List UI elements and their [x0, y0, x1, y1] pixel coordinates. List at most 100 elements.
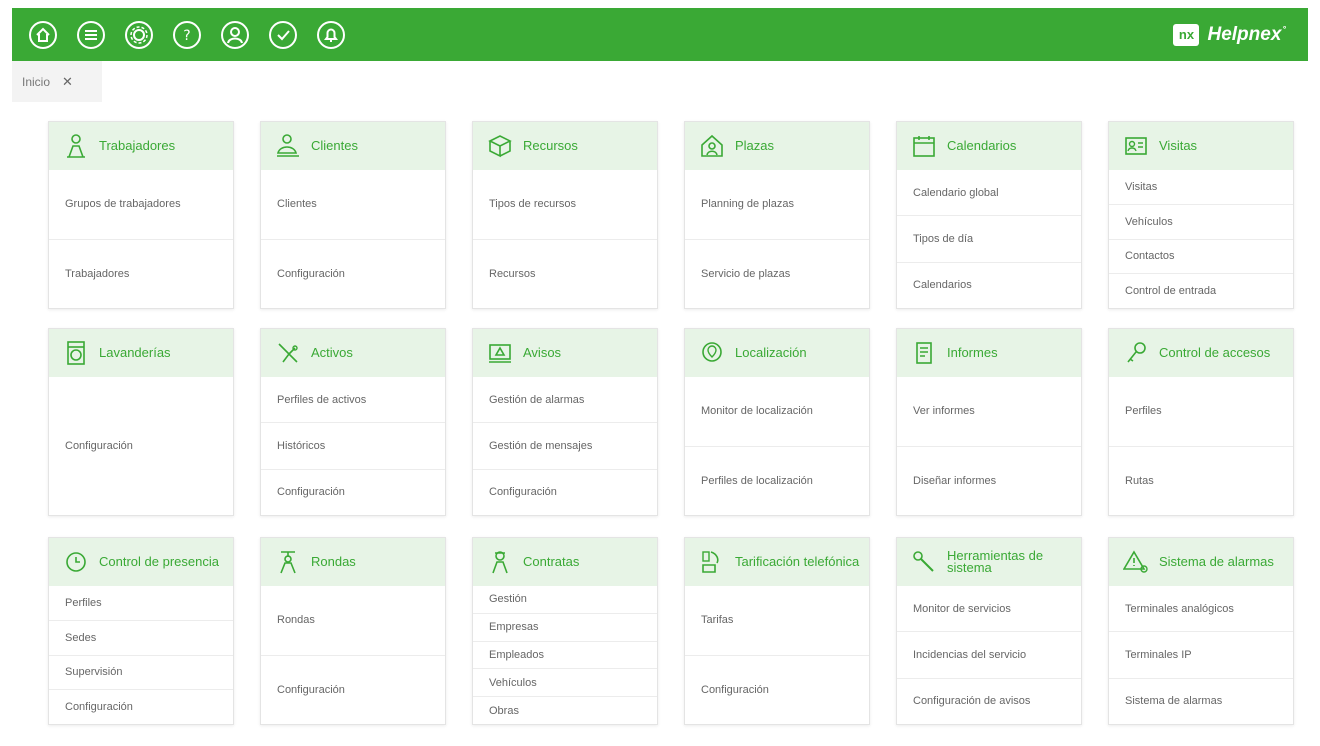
module-card-header[interactable]: Lavanderías — [49, 329, 233, 377]
module-link[interactable]: Tarifas — [685, 586, 869, 655]
module-link[interactable]: Gestión de alarmas — [473, 377, 657, 422]
module-link[interactable]: Perfiles de activos — [261, 377, 445, 422]
module-link[interactable]: Obras — [473, 696, 657, 724]
module-link[interactable]: Perfiles — [1109, 377, 1293, 446]
module-link[interactable]: Control de entrada — [1109, 273, 1293, 308]
module-link[interactable]: Monitor de servicios — [897, 586, 1081, 631]
module-title: Calendarios — [947, 138, 1017, 153]
module-link[interactable]: Configuración — [49, 377, 233, 515]
module-link[interactable]: Rondas — [261, 586, 445, 655]
module-card: Plazas Planning de plazas Servicio de plaz… — [684, 121, 870, 309]
module-link[interactable]: Históricos — [261, 422, 445, 468]
module-card-header[interactable]: Control de accesos — [1109, 329, 1293, 377]
module-link[interactable]: Vehículos — [1109, 203, 1293, 239]
module-card-header[interactable]: Clientes — [261, 122, 445, 170]
module-card-header[interactable]: Localización — [685, 329, 869, 377]
module-card-body: Grupos de trabajadores Trabajadores — [49, 170, 233, 308]
module-card-header[interactable]: Control de presencia — [49, 538, 233, 586]
module-link[interactable]: Tipos de día — [897, 215, 1081, 261]
key-icon — [1127, 342, 1146, 363]
module-link[interactable]: Configuración — [261, 654, 445, 725]
module-title: Informes — [947, 345, 998, 360]
module-link[interactable]: Calendarios — [897, 261, 1081, 308]
worker-icon — [67, 134, 85, 158]
module-link[interactable]: Sedes — [49, 619, 233, 655]
module-link[interactable]: Contactos — [1109, 238, 1293, 274]
tab-home[interactable]: Inicio — [22, 75, 50, 89]
check-icon[interactable] — [266, 18, 300, 52]
module-card-header[interactable]: Activos — [261, 329, 445, 377]
close-icon[interactable]: ✕ — [62, 74, 73, 90]
module-card: Lavanderías Configuración — [48, 328, 234, 516]
module-link[interactable]: Terminales analógicos — [1109, 586, 1293, 631]
module-link[interactable]: Configuración — [261, 238, 445, 309]
module-link[interactable]: Recursos — [473, 238, 657, 309]
settings-icon[interactable] — [122, 18, 156, 52]
module-link[interactable]: Empleados — [473, 640, 657, 669]
module-card-body: Calendario global Tipos de día Calendarios — [897, 170, 1081, 308]
module-link[interactable]: Perfiles — [49, 586, 233, 620]
module-card-header[interactable]: Plazas — [685, 122, 869, 170]
module-card-header[interactable]: Informes — [897, 329, 1081, 377]
module-card-header[interactable]: Contratas — [473, 538, 657, 586]
module-title: Sistema de alarmas — [1159, 554, 1274, 569]
module-card-body: Tipos de recursos Recursos — [473, 170, 657, 308]
module-link[interactable]: Monitor de localización — [685, 377, 869, 446]
module-link[interactable]: Sistema de alarmas — [1109, 677, 1293, 724]
module-link[interactable]: Servicio de plazas — [685, 238, 869, 309]
module-link[interactable]: Gestión — [473, 586, 657, 613]
module-card-header[interactable]: Avisos — [473, 329, 657, 377]
modules-row-2: Lavanderías Configuración Activos Perfiles … — [48, 328, 1294, 516]
module-link[interactable]: Tipos de recursos — [473, 170, 657, 239]
module-link[interactable]: Rutas — [1109, 445, 1293, 516]
assets-icon — [278, 343, 298, 363]
home-icon[interactable] — [26, 18, 60, 52]
module-card: Rondas Rondas Configuración — [260, 537, 446, 725]
module-card-header[interactable]: Calendarios — [897, 122, 1081, 170]
module-card-header[interactable]: Recursos — [473, 122, 657, 170]
bell-icon[interactable] — [314, 18, 348, 52]
phone-icon — [702, 551, 719, 573]
module-card-body: Perfiles de activos Históricos Configuraci… — [261, 377, 445, 515]
module-card-header[interactable]: Tarificación telefónica — [685, 538, 869, 586]
module-title: Recursos — [523, 138, 578, 153]
clock-icon — [66, 552, 86, 572]
module-link[interactable]: Configuración — [49, 689, 233, 724]
module-card: Herramientas de sistema Monitor de servic… — [896, 537, 1082, 725]
module-link[interactable]: Calendario global — [897, 170, 1081, 215]
module-link[interactable]: Configuración de avisos — [897, 677, 1081, 724]
module-link[interactable]: Ver informes — [897, 377, 1081, 446]
module-link[interactable]: Terminales IP — [1109, 631, 1293, 677]
module-link[interactable]: Clientes — [261, 170, 445, 239]
module-card-header[interactable]: Herramientas de sistema — [897, 538, 1081, 586]
module-link[interactable]: Incidencias del servicio — [897, 631, 1081, 677]
menu-icon[interactable] — [74, 18, 108, 52]
module-title: Control de presencia — [99, 554, 219, 569]
module-title: Plazas — [735, 138, 775, 153]
module-link[interactable]: Perfiles de localización — [685, 445, 869, 516]
module-link[interactable]: Supervisión — [49, 654, 233, 690]
module-card-header[interactable]: Trabajadores — [49, 122, 233, 170]
module-link[interactable]: Grupos de trabajadores — [49, 170, 233, 239]
module-link[interactable]: Trabajadores — [49, 238, 233, 309]
module-card: Visitas Visitas Vehículos Contactos Control … — [1108, 121, 1294, 309]
module-card-header[interactable]: Visitas — [1109, 122, 1293, 170]
alarm-icon — [1123, 550, 1148, 573]
tools-icon — [913, 551, 934, 572]
module-link[interactable]: Configuración — [473, 468, 657, 515]
module-card: Recursos Tipos de recursos Recursos — [472, 121, 658, 309]
module-card-header[interactable]: Rondas — [261, 538, 445, 586]
user-icon[interactable] — [218, 18, 252, 52]
module-link[interactable]: Diseñar informes — [897, 445, 1081, 516]
module-link[interactable]: Gestión de mensajes — [473, 422, 657, 468]
module-card: Tarificación telefónica Tarifas Configurac… — [684, 537, 870, 725]
module-link[interactable]: Empresas — [473, 612, 657, 641]
module-link[interactable]: Planning de plazas — [685, 170, 869, 239]
module-link[interactable]: Configuración — [685, 654, 869, 725]
module-link[interactable]: Configuración — [261, 468, 445, 515]
module-card-body: Monitor de servicios Incidencias del serv… — [897, 586, 1081, 724]
help-icon[interactable]: ? — [170, 18, 204, 52]
module-card-header[interactable]: Sistema de alarmas — [1109, 538, 1293, 586]
module-link[interactable]: Visitas — [1109, 170, 1293, 204]
module-link[interactable]: Vehículos — [473, 668, 657, 696]
